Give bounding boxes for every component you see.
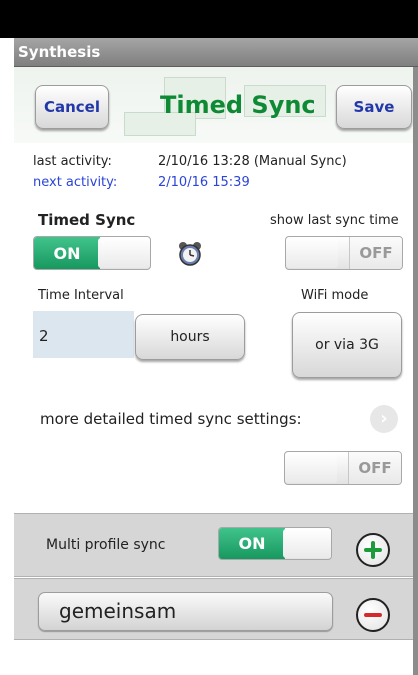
show-last-sync-toggle[interactable]: OFF <box>285 236 403 270</box>
show-last-sync-label: show last sync time <box>270 213 399 228</box>
scroll-edge <box>413 67 418 675</box>
plus-vertical <box>371 541 375 559</box>
toggle-off-label: OFF <box>349 237 402 269</box>
interval-unit-button[interactable]: hours <box>135 314 245 360</box>
time-interval-label: Time Interval <box>38 288 124 303</box>
detailed-settings-toggle[interactable]: OFF <box>284 451 402 485</box>
minus-circle-icon[interactable] <box>356 598 390 632</box>
multi-profile-toggle[interactable]: ON <box>218 527 332 560</box>
toggle-off-label: OFF <box>348 452 401 484</box>
alarm-clock-icon[interactable] <box>176 240 204 268</box>
last-activity-value: 2/10/16 13:28 (Manual Sync) <box>158 154 347 169</box>
toggle-on-label: ON <box>219 528 285 559</box>
page-title: Timed Sync <box>160 91 316 119</box>
timed-sync-toggle[interactable]: ON <box>33 236 151 270</box>
left-edge <box>0 38 14 675</box>
app-title: Synthesis <box>18 43 101 61</box>
profile-name: gemeinsam <box>59 599 177 623</box>
wifi-mode-label: WiFi mode <box>301 288 369 303</box>
toggle-knob <box>283 529 331 558</box>
save-button[interactable]: Save <box>336 85 412 129</box>
chevron-right-icon[interactable]: › <box>370 405 398 433</box>
toggle-knob <box>286 238 338 268</box>
wifi-mode-button[interactable]: or via 3G <box>292 312 402 378</box>
toggle-knob <box>285 453 337 483</box>
cancel-button[interactable]: Cancel <box>35 85 109 129</box>
next-activity-value: 2/10/16 15:39 <box>158 175 250 190</box>
profile-button[interactable]: gemeinsam <box>38 592 333 631</box>
toggle-on-label: ON <box>34 237 100 269</box>
multi-profile-label: Multi profile sync <box>46 537 166 553</box>
next-activity-label: next activity: <box>33 175 118 190</box>
status-bar <box>0 0 418 38</box>
detailed-settings-label: more detailed timed sync settings: <box>40 410 302 428</box>
title-bar: Synthesis <box>14 38 418 67</box>
timed-sync-label: Timed Sync <box>38 211 136 229</box>
plus-circle-icon[interactable] <box>356 533 390 567</box>
last-activity-label: last activity: <box>33 154 112 169</box>
minus-horizontal <box>364 613 382 617</box>
time-interval-input[interactable]: 2 <box>33 311 134 358</box>
toggle-knob <box>98 238 150 268</box>
